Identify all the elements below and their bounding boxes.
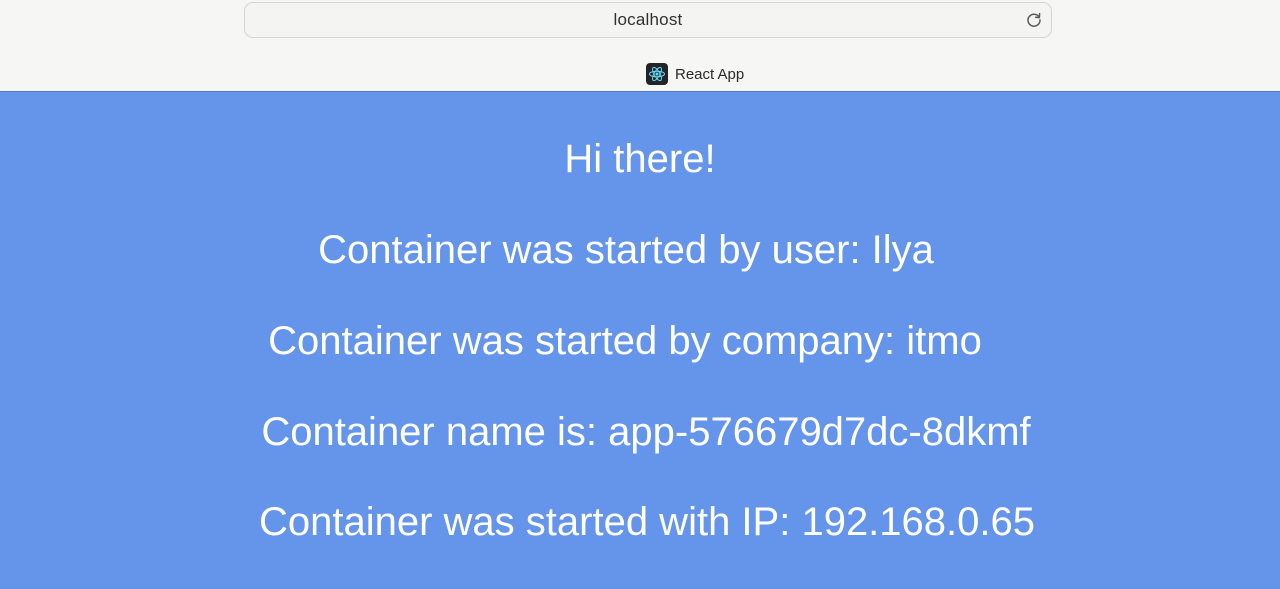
browser-toolbar: localhost React App: [0, 0, 1280, 92]
address-bar[interactable]: localhost: [244, 2, 1052, 38]
react-logo-icon: [646, 63, 668, 85]
url-text[interactable]: localhost: [614, 10, 683, 30]
container-ip-line: Container was started with IP: 192.168.0…: [258, 500, 1035, 544]
container-name-line: Container name is: app-576679d7dc-8dkmf: [261, 410, 1031, 454]
greeting-heading: Hi there!: [564, 137, 716, 181]
user-info-line: Container was started by user: Ilya: [318, 228, 934, 272]
tab-title: React App: [675, 65, 745, 83]
company-info-line: Container was started by company: itmo: [268, 319, 982, 363]
page-content: Hi there! Container was started by user:…: [0, 92, 1280, 589]
reload-icon[interactable]: [1025, 11, 1043, 29]
tab-react-app[interactable]: React App: [646, 63, 744, 85]
